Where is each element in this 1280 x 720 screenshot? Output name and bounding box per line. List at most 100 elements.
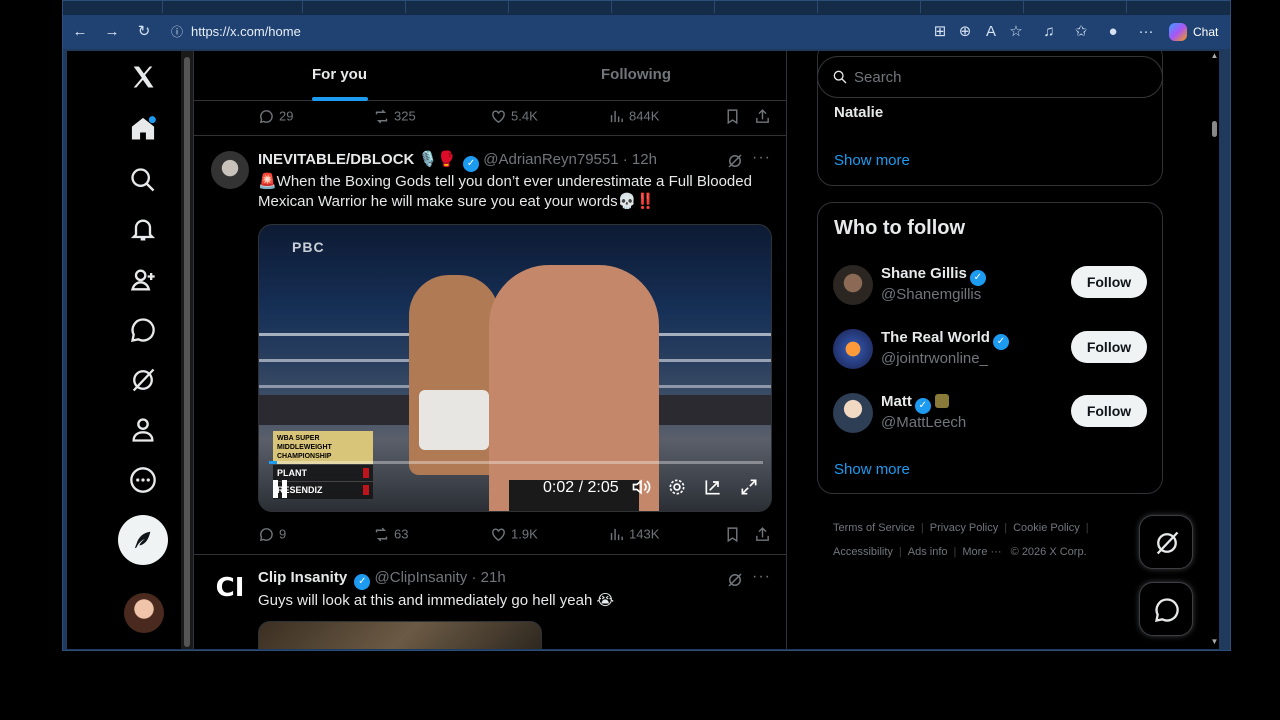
page-scroll-thumb[interactable] <box>1212 121 1217 137</box>
scroll-down-arrow-icon[interactable]: ▼ <box>1210 637 1219 646</box>
bell-icon[interactable] <box>129 216 157 244</box>
cookie-link[interactable]: Cookie Policy <box>1013 522 1080 534</box>
menu-dots-icon[interactable]: ··· <box>1135 21 1157 43</box>
follow-suggestion[interactable]: Matt ✓ @MattLeech Follow <box>818 393 1162 457</box>
privacy-link[interactable]: Privacy Policy <box>930 522 998 534</box>
x-logo-icon[interactable] <box>129 63 157 91</box>
messages-floating-button[interactable] <box>1139 582 1193 636</box>
ads-info-link[interactable]: Ads info <box>908 546 948 558</box>
tab-for-you[interactable]: For you <box>312 66 367 83</box>
refresh-icon[interactable]: ↻ <box>133 21 155 43</box>
suggestion-avatar[interactable] <box>833 393 873 433</box>
views-button[interactable]: 844K <box>608 106 659 126</box>
tweet-media[interactable] <box>258 621 542 649</box>
extensions-icon[interactable]: ♫ <box>1038 21 1060 43</box>
search-box[interactable] <box>817 56 1163 98</box>
settings-gear-icon[interactable] <box>667 477 689 499</box>
zoom-icon[interactable]: ⊕ <box>954 21 976 43</box>
browser-tab[interactable] <box>823 1 921 13</box>
video-player[interactable]: PBC WBA SUPER MIDDLEWEIGHT CHAMPIONSHIP … <box>258 224 772 512</box>
address-bar[interactable]: ⓘ https://x.com/home <box>163 19 943 45</box>
bookmark-button[interactable] <box>724 106 745 126</box>
picture-in-picture-icon[interactable] <box>703 477 725 499</box>
share-button[interactable] <box>754 524 775 544</box>
follow-button[interactable]: Follow <box>1071 331 1147 363</box>
reply-button[interactable]: 29 <box>258 106 293 126</box>
suggestion-name[interactable]: Shane Gillis ✓ <box>881 265 986 286</box>
back-icon[interactable]: ← <box>69 21 91 43</box>
grok-icon[interactable] <box>726 152 744 170</box>
fullscreen-icon[interactable] <box>739 477 761 499</box>
author-handle[interactable]: @AdrianReyn79551 <box>483 151 618 168</box>
scroll-up-arrow-icon[interactable]: ▲ <box>1210 51 1219 60</box>
views-button[interactable]: 143K <box>608 524 659 544</box>
follow-button[interactable]: Follow <box>1071 266 1147 298</box>
tweet-author-avatar[interactable] <box>211 151 249 189</box>
bookmark-button[interactable] <box>724 524 745 544</box>
volume-icon[interactable] <box>631 477 653 499</box>
like-button[interactable]: 5.4K <box>490 106 538 126</box>
tweet[interactable]: CI Clip Insanity ✓ @ClipInsanity · 21h ·… <box>194 555 786 649</box>
tab-following[interactable]: Following <box>601 66 671 83</box>
more-options-icon[interactable]: ··· <box>752 568 771 586</box>
show-more-link[interactable]: Show more <box>834 461 910 478</box>
browser-tab[interactable] <box>926 1 1024 13</box>
like-button[interactable]: 1.9K <box>490 524 538 544</box>
favorite-star-icon[interactable]: ☆ <box>1005 21 1027 43</box>
read-aloud-icon[interactable]: A <box>980 21 1002 43</box>
profile-icon[interactable]: ● <box>1102 21 1124 43</box>
pause-icon[interactable] <box>273 480 289 498</box>
grok-icon[interactable] <box>726 571 744 589</box>
search-icon[interactable] <box>129 166 157 194</box>
forward-icon[interactable]: → <box>101 21 123 43</box>
tweet-time[interactable]: · 21h <box>471 569 505 586</box>
nav-scroll-thumb[interactable] <box>184 57 190 647</box>
browser-tab[interactable] <box>65 1 163 13</box>
nav-scrollbar[interactable] <box>181 51 193 649</box>
video-progress-bar[interactable] <box>269 461 763 464</box>
messages-icon[interactable] <box>129 316 157 344</box>
more-options-icon[interactable]: ··· <box>752 149 771 167</box>
apps-icon[interactable]: ⊞ <box>929 21 951 43</box>
follow-button[interactable]: Follow <box>1071 395 1147 427</box>
browser-tab[interactable] <box>617 1 715 13</box>
tweet-time[interactable]: · 12h <box>623 151 657 168</box>
author-name[interactable]: Clip Insanity <box>258 569 347 586</box>
terms-link[interactable]: Terms of Service <box>833 522 915 534</box>
show-more-link[interactable]: Show more <box>834 152 910 169</box>
browser-tab[interactable] <box>1029 1 1127 13</box>
grok-floating-button[interactable] <box>1139 515 1193 569</box>
browser-tab[interactable] <box>205 1 303 13</box>
more-link[interactable]: More ··· <box>962 546 1001 558</box>
reply-button[interactable]: 9 <box>258 524 286 544</box>
repost-button[interactable]: 325 <box>373 106 416 126</box>
profile-icon[interactable] <box>129 416 157 444</box>
page-scrollbar[interactable]: ▲ ▼ <box>1210 51 1219 649</box>
account-avatar[interactable] <box>124 593 164 633</box>
suggestion-name[interactable]: The Real World ✓ <box>881 329 1009 350</box>
grok-icon[interactable] <box>129 366 157 394</box>
favorites-icon[interactable]: ✩ <box>1070 21 1092 43</box>
add-person-icon[interactable] <box>129 266 157 294</box>
browser-tab[interactable] <box>720 1 818 13</box>
suggestion-avatar[interactable] <box>833 329 873 369</box>
search-input[interactable] <box>854 67 1144 87</box>
author-name[interactable]: INEVITABLE/DBLOCK <box>258 151 414 168</box>
suggestion-name[interactable]: Matt ✓ <box>881 393 949 414</box>
trend-item[interactable]: Natalie <box>834 104 883 121</box>
author-handle[interactable]: @ClipInsanity <box>375 569 468 586</box>
follow-suggestion[interactable]: Shane Gillis ✓ @Shanemgillis Follow <box>818 265 1162 329</box>
browser-tab[interactable] <box>308 1 406 13</box>
post-button[interactable] <box>118 515 168 565</box>
repost-button[interactable]: 63 <box>373 524 408 544</box>
share-button[interactable] <box>754 106 775 126</box>
browser-tab[interactable] <box>514 1 612 13</box>
tweet[interactable]: INEVITABLE/DBLOCK 🎙️🥊 ✓ @AdrianReyn79551… <box>194 136 786 555</box>
tweet-author-avatar[interactable]: CI <box>211 569 249 607</box>
site-info-icon[interactable]: ⓘ <box>171 23 183 40</box>
more-icon[interactable] <box>129 466 157 494</box>
accessibility-link[interactable]: Accessibility <box>833 546 893 558</box>
follow-suggestion[interactable]: The Real World ✓ @jointrwonline_ Follow <box>818 329 1162 393</box>
browser-tab[interactable] <box>411 1 509 13</box>
copilot-chat-button[interactable]: Chat <box>1163 20 1227 44</box>
